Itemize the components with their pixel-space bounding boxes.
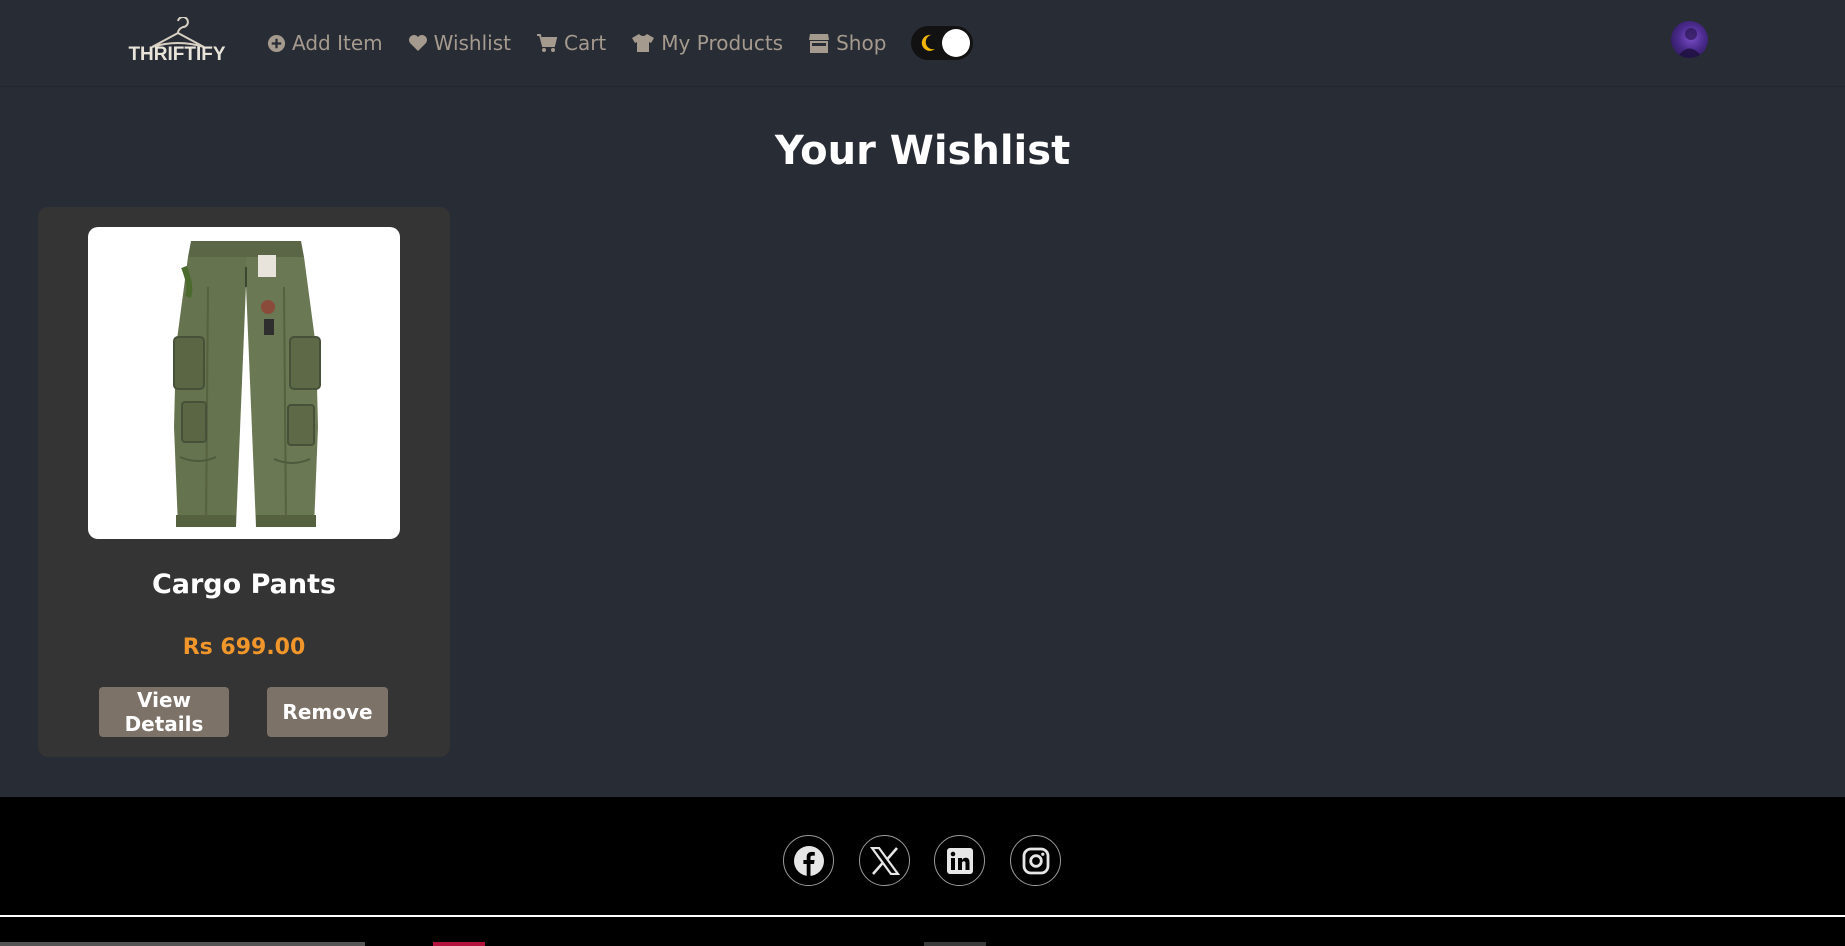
nav-shop[interactable]: Shop: [808, 26, 886, 60]
nav-my-products[interactable]: My Products: [631, 26, 783, 60]
cargo-pants-image: [173, 241, 321, 528]
nav-shop-label: Shop: [836, 31, 887, 55]
product-name: Cargo Pants: [151, 569, 337, 600]
x-icon: [869, 846, 900, 875]
site-header: THRIFTIFY Add Item Wishlist Cart My Prod…: [0, 0, 1845, 87]
footer-strip-2: [924, 942, 986, 946]
instagram-icon: [1022, 847, 1049, 874]
moon-icon: [919, 33, 937, 57]
wishlist-card: Cargo Pants Rs 699.00 View Details Remov…: [38, 207, 450, 757]
tshirt-icon: [631, 33, 655, 53]
facebook-icon: [793, 845, 824, 876]
nav-add-item[interactable]: Add Item: [267, 26, 383, 60]
footer-strip: [0, 942, 365, 946]
view-details-button[interactable]: View Details: [99, 687, 229, 737]
nav-cart[interactable]: Cart: [536, 26, 606, 60]
footer-divider: [0, 915, 1845, 917]
avatar[interactable]: [1671, 21, 1708, 58]
plus-circle-icon: [267, 34, 286, 53]
product-price: Rs 699.00: [182, 635, 306, 660]
footer-strip-accent: [433, 942, 485, 946]
toggle-knob: [942, 29, 971, 57]
main-nav: Add Item Wishlist Cart My Products Shop: [267, 26, 974, 60]
linkedin-icon: [946, 847, 973, 874]
nav-wishlist-label: Wishlist: [433, 31, 511, 55]
remove-button[interactable]: Remove: [267, 687, 388, 737]
brand-name: THRIFTIFY: [128, 44, 226, 65]
facebook-link[interactable]: [783, 835, 834, 886]
heart-icon: [408, 34, 428, 52]
store-icon: [808, 33, 830, 53]
nav-add-item-label: Add Item: [292, 31, 383, 55]
theme-toggle[interactable]: [911, 26, 974, 60]
user-photo-icon: [1677, 28, 1703, 58]
page-title: Your Wishlist: [774, 128, 1071, 174]
nav-my-products-label: My Products: [661, 31, 784, 55]
nav-wishlist[interactable]: Wishlist: [408, 26, 511, 60]
cart-icon: [536, 33, 558, 53]
site-footer: [0, 797, 1845, 946]
brand-logo[interactable]: THRIFTIFY: [128, 17, 226, 71]
nav-cart-label: Cart: [563, 31, 607, 55]
linkedin-link[interactable]: [934, 835, 985, 886]
instagram-link[interactable]: [1010, 835, 1061, 886]
x-link[interactable]: [859, 835, 910, 886]
product-image[interactable]: [88, 227, 400, 539]
